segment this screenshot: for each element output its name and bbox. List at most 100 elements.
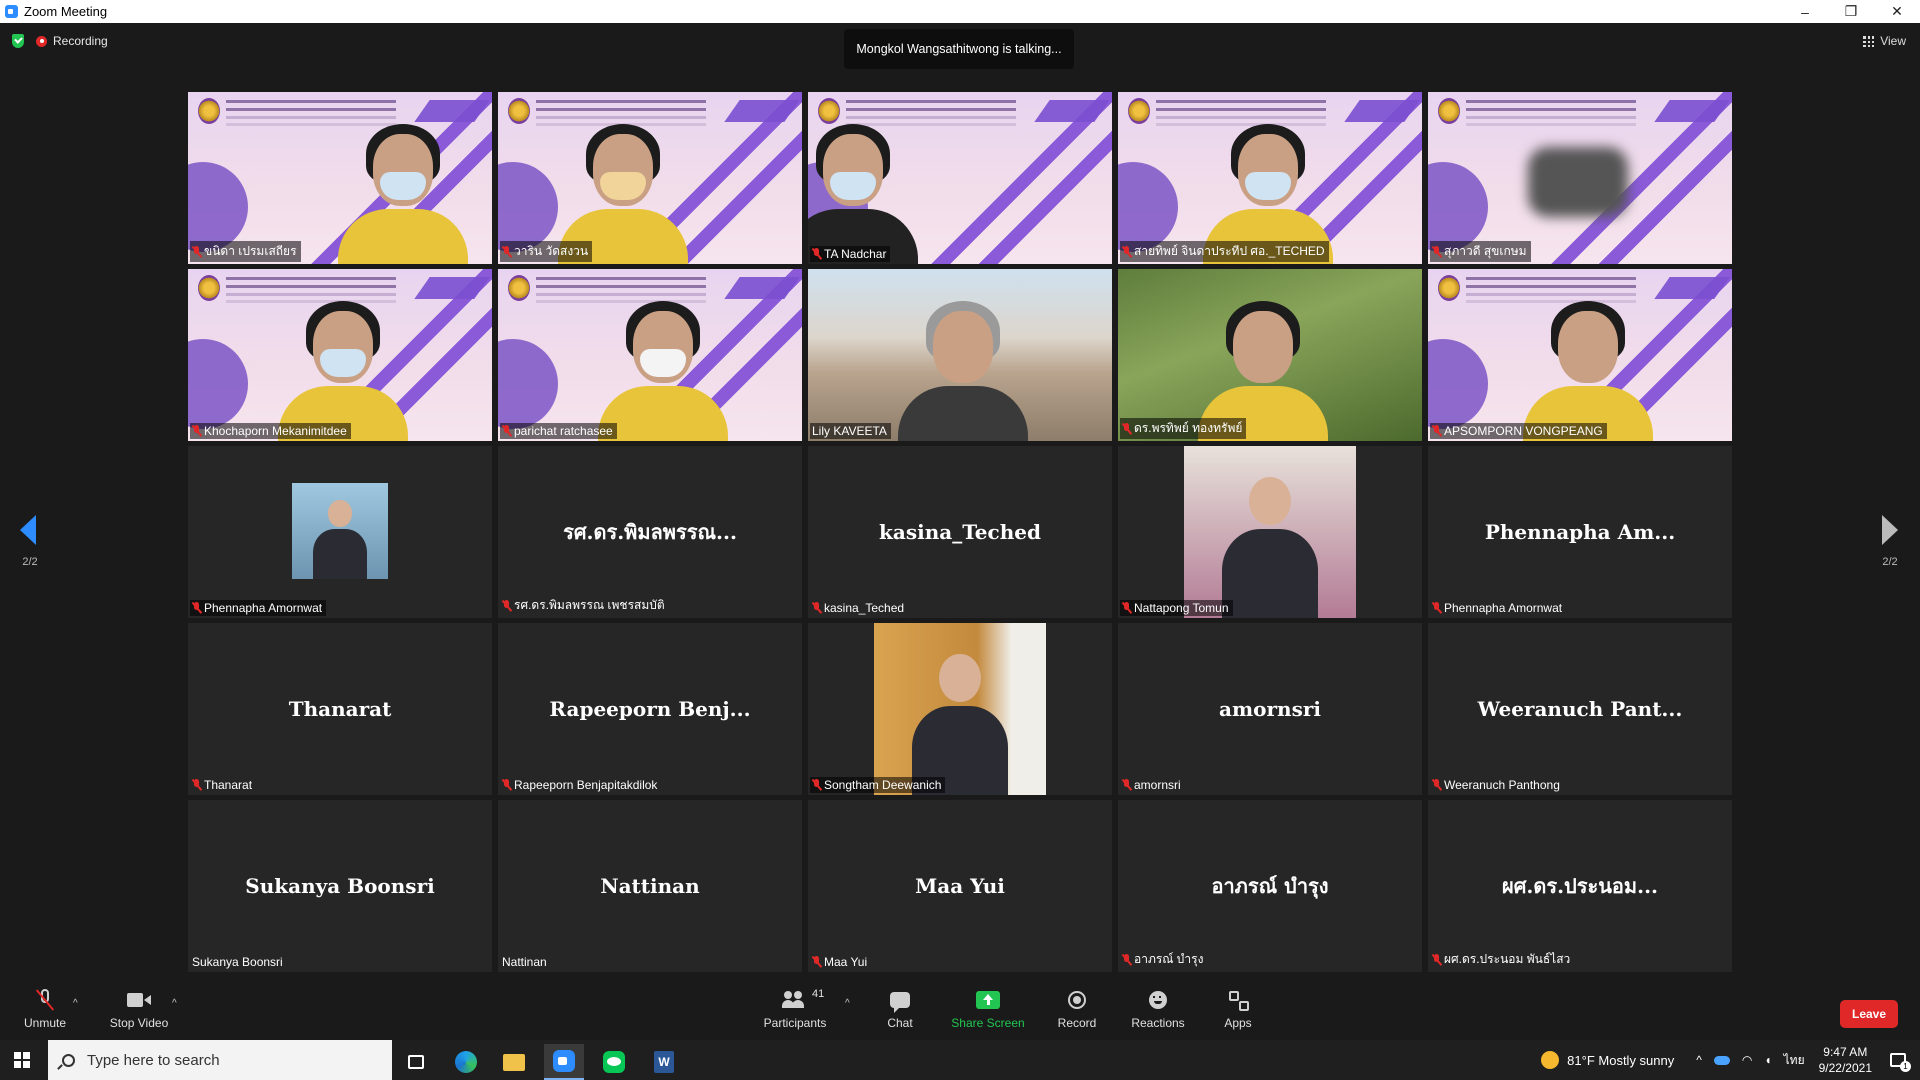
participant-display-name: Maa Yui xyxy=(915,874,1005,898)
participant-display-name: kasina_Teched xyxy=(879,520,1041,544)
participant-display-name: ผศ.ดร.ประนอม... xyxy=(1501,874,1658,898)
next-page-arrow-icon[interactable] xyxy=(1878,515,1902,545)
line-messenger-icon xyxy=(603,1051,625,1073)
view-button[interactable]: View xyxy=(1863,34,1906,48)
audio-options-caret-icon[interactable]: ^ xyxy=(73,998,78,1009)
chat-label: Chat xyxy=(887,1016,913,1030)
notification-center-icon[interactable]: 1 xyxy=(1890,1053,1911,1072)
participant-tile[interactable]: Nattinan Nattinan xyxy=(498,800,802,972)
onedrive-cloud-icon[interactable] xyxy=(1713,1055,1730,1065)
participant-name-label: amornsri xyxy=(1120,777,1185,793)
participant-name-label: Thanarat xyxy=(190,777,256,793)
window-title-bar: Zoom Meeting – ❐ ✕ xyxy=(0,0,1920,23)
taskbar-line[interactable] xyxy=(594,1044,634,1080)
slide-crest-logo xyxy=(508,98,530,124)
slide-text-lines xyxy=(226,100,396,103)
stop-video-label: Stop Video xyxy=(109,1016,169,1030)
video-tile[interactable]: ดร.พรทิพย์ ทองทรัพย์ xyxy=(1118,269,1422,441)
slide-text-lines xyxy=(536,100,706,103)
blurred-camera-object xyxy=(1528,147,1628,217)
system-tray: 81°F Mostly sunny ^ ◠ ◖ ไทย 9:47 AM 9/22… xyxy=(1541,1040,1920,1080)
participant-display-name: Phennapha Am... xyxy=(1484,520,1676,544)
restore-button[interactable]: ❐ xyxy=(1828,0,1874,23)
chat-button[interactable]: Chat xyxy=(880,982,920,1040)
speaker-icon[interactable]: ◖ xyxy=(1764,1053,1771,1067)
participant-tile[interactable]: Rapeeporn Benj... Rapeeporn Benjapitakdi… xyxy=(498,623,802,795)
participant-name-label: ดร.พรทิพย์ ทองทรัพย์ xyxy=(1120,418,1247,439)
mic-muted-icon xyxy=(502,245,511,258)
participant-name-label: parichat ratchasee xyxy=(500,423,617,439)
stop-video-button[interactable]: Stop Video xyxy=(104,982,174,1040)
taskbar-zoom[interactable] xyxy=(544,1044,584,1080)
chevron-up-icon[interactable]: ^ xyxy=(1696,1053,1702,1067)
unmute-button[interactable]: Unmute xyxy=(20,982,70,1040)
security-shield-icon[interactable] xyxy=(12,34,24,48)
video-tile[interactable]: parichat ratchasee xyxy=(498,269,802,441)
sun-weather-icon xyxy=(1541,1051,1560,1069)
participant-name-label: kasina_Teched xyxy=(810,600,908,616)
video-tile[interactable]: TA Nadchar xyxy=(808,92,1112,264)
mic-muted-icon xyxy=(502,425,511,437)
share-screen-button[interactable]: Share Screen xyxy=(950,982,1026,1040)
input-language[interactable]: ไทย xyxy=(1784,1051,1805,1070)
mic-muted-icon xyxy=(1122,422,1131,435)
taskbar-file-explorer[interactable] xyxy=(494,1044,534,1080)
video-tile[interactable]: Lily KAVEETA xyxy=(808,269,1112,441)
video-tile[interactable]: สายทิพย์ จินดาประทีป ศอ._TECHED xyxy=(1118,92,1422,264)
previous-page-arrow-icon[interactable] xyxy=(18,515,42,545)
leave-meeting-button[interactable]: Leave xyxy=(1840,1000,1898,1028)
participant-tile[interactable]: Maa Yui Maa Yui xyxy=(808,800,1112,972)
participant-tile[interactable]: Thanarat Thanarat xyxy=(188,623,492,795)
participant-tile[interactable]: ผศ.ดร.ประนอม... ผศ.ดร.ประนอม พันธ์ไสว xyxy=(1428,800,1732,972)
taskbar-edge[interactable] xyxy=(446,1044,486,1080)
participant-name: ผศ.ดร.ประนอม พันธ์ไสว xyxy=(1444,952,1571,966)
taskbar-clock[interactable]: 9:47 AM 9/22/2021 xyxy=(1819,1044,1872,1076)
participant-name: Maa Yui xyxy=(824,955,868,969)
taskbar-word[interactable]: W xyxy=(644,1044,684,1080)
minimize-button[interactable]: – xyxy=(1782,0,1828,23)
task-view-button[interactable] xyxy=(396,1044,436,1080)
participant-tile[interactable]: Nattapong Tomun xyxy=(1118,446,1422,618)
reactions-button[interactable]: Reactions xyxy=(1130,982,1186,1040)
participant-tile[interactable]: Weeranuch Pant... Weeranuch Panthong xyxy=(1428,623,1732,795)
participants-options-caret-icon[interactable]: ^ xyxy=(845,998,850,1009)
participant-tile[interactable]: อาภรณ์ บำรุง อาภรณ์ บำรุง xyxy=(1118,800,1422,972)
participant-name: Rapeeporn Benjapitakdilok xyxy=(514,778,658,792)
participant-tile[interactable]: Sukanya Boonsri Sukanya Boonsri xyxy=(188,800,492,972)
participant-name: Nattapong Tomun xyxy=(1134,601,1229,615)
mic-muted-icon xyxy=(192,602,201,614)
participant-tile[interactable]: amornsri amornsri xyxy=(1118,623,1422,795)
slide-text-lines xyxy=(536,277,706,280)
close-button[interactable]: ✕ xyxy=(1874,0,1920,23)
mic-muted-icon xyxy=(1432,602,1441,614)
participant-tile[interactable]: kasina_Teched kasina_Teched xyxy=(808,446,1112,618)
participant-tile[interactable]: Phennapha Am... Phennapha Amornwat xyxy=(1428,446,1732,618)
active-speaker-banner: Mongkol Wangsathitwong is talking... xyxy=(844,29,1074,69)
mic-muted-icon xyxy=(1122,602,1131,614)
participant-name: kasina_Teched xyxy=(824,601,905,615)
participant-tile[interactable]: Phennapha Amornwat xyxy=(188,446,492,618)
participant-name: Khochaporn Mekanimitdee xyxy=(204,424,347,438)
mic-muted-icon xyxy=(192,779,201,791)
participant-name: Nattinan xyxy=(502,955,547,969)
video-tile[interactable]: APSOMPORN VONGPEANG xyxy=(1428,269,1732,441)
video-tile[interactable]: ขนิดา เปรมเสถียร xyxy=(188,92,492,264)
record-button[interactable]: Record xyxy=(1054,982,1100,1040)
participant-name: สายทิพย์ จินดาประทีป ศอ._TECHED xyxy=(1134,244,1325,258)
weather-text[interactable]: 81°F Mostly sunny xyxy=(1567,1053,1674,1068)
participant-name: Weeranuch Panthong xyxy=(1444,778,1560,792)
wifi-icon[interactable]: ◠ xyxy=(1742,1053,1752,1067)
apps-button[interactable]: Apps xyxy=(1222,982,1254,1040)
video-tile[interactable]: สุภาวดี สุขเกษม xyxy=(1428,92,1732,264)
view-label: View xyxy=(1880,34,1906,48)
participant-name: Sukanya Boonsri xyxy=(192,955,283,969)
video-tile[interactable]: วาริน วัดสงวน xyxy=(498,92,802,264)
video-options-caret-icon[interactable]: ^ xyxy=(172,998,177,1009)
participant-name: Thanarat xyxy=(204,778,253,792)
windows-start-icon[interactable] xyxy=(14,1052,30,1068)
participant-tile[interactable]: Songtham Deewanich xyxy=(808,623,1112,795)
recording-indicator[interactable]: Recording xyxy=(36,34,108,48)
video-tile[interactable]: Khochaporn Mekanimitdee xyxy=(188,269,492,441)
taskbar-search-box[interactable]: Type here to search xyxy=(48,1040,392,1080)
participant-tile[interactable]: รศ.ดร.พิมลพรรณ... รศ.ดร.พิมลพรรณ เพชรสมบ… xyxy=(498,446,802,618)
